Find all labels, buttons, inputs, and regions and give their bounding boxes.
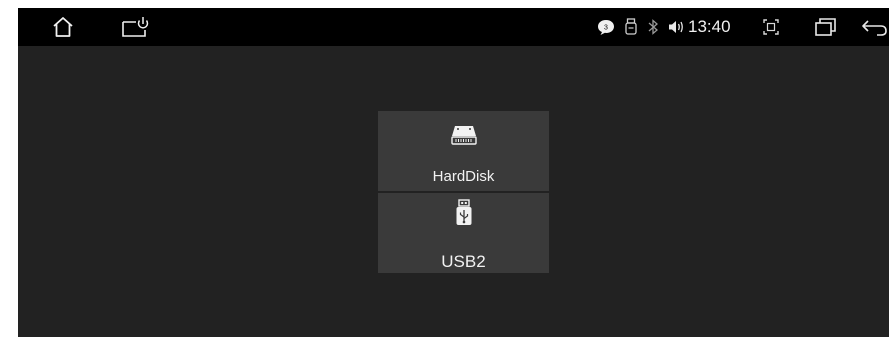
usb2-label: USB2 xyxy=(441,252,486,271)
harddisk-button[interactable]: HardDisk xyxy=(378,111,549,191)
status-clock: 13:40 xyxy=(688,17,731,36)
recent-apps-icon[interactable] xyxy=(813,8,839,46)
bluetooth-icon xyxy=(645,8,661,46)
usb2-button[interactable]: USB2 xyxy=(378,193,549,273)
message-count: 3 xyxy=(604,25,608,32)
screenshot-icon[interactable] xyxy=(760,8,782,46)
message-badge-icon: 3 xyxy=(595,8,617,46)
volume-icon xyxy=(666,8,686,46)
app-screen: 3 13:40 HardDisk USB2 xyxy=(18,8,889,337)
home-icon[interactable] xyxy=(48,8,78,46)
usb-status-icon xyxy=(623,8,639,46)
usb-drive-icon xyxy=(378,199,549,227)
harddisk-label: HardDisk xyxy=(432,168,495,185)
storage-menu: HardDisk USB2 xyxy=(378,111,549,273)
screen-off-icon[interactable] xyxy=(118,8,152,46)
back-icon[interactable] xyxy=(860,8,889,46)
status-bar: 3 13:40 xyxy=(18,8,889,46)
harddisk-icon xyxy=(378,121,549,149)
